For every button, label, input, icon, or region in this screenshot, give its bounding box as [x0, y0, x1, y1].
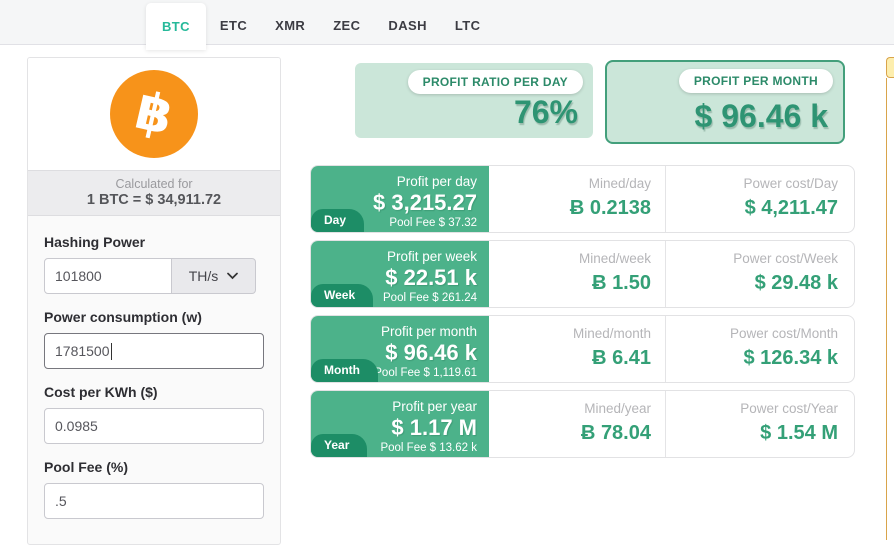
power-cost-label: Power cost/Year — [740, 401, 838, 416]
power-cost-cell: Power cost/Week $ 29.48 k — [666, 241, 854, 307]
profit-per-month-badge-value: $ 96.46 k — [694, 98, 828, 134]
mining-calculator-screen: Currency BTC ETC XMR ZEC DASH LTC ฿ Calc… — [0, 0, 894, 556]
cost-per-kwh-label: Cost per KWh ($) — [44, 384, 158, 400]
profit-label: Profit per day — [396, 174, 477, 189]
tab-etc[interactable]: ETC — [206, 0, 261, 50]
pool-fee-label: Pool Fee (%) — [44, 459, 129, 475]
power-cost-value: $ 126.34 k — [743, 347, 838, 369]
mined-value: Ƀ 0.2138 — [569, 197, 651, 219]
mined-label: Mined/week — [578, 251, 651, 266]
power-cost-value: $ 4,211.47 — [744, 197, 838, 219]
power-cost-cell: Power cost/Year $ 1.54 M — [666, 391, 854, 457]
table-row-month: Profit per month $ 96.46 k Pool Fee $ 1,… — [310, 315, 855, 383]
profit-cell: Profit per week $ 22.51 k Pool Fee $ 261… — [311, 241, 489, 307]
period-tab: Week — [311, 284, 374, 307]
chevron-down-icon — [227, 272, 239, 280]
mined-value: Ƀ 1.50 — [592, 272, 651, 294]
mined-cell: Mined/year Ƀ 78.04 — [489, 391, 666, 457]
table-row-week: Profit per week $ 22.51 k Pool Fee $ 261… — [310, 240, 855, 308]
mined-cell: Mined/month Ƀ 6.41 — [489, 316, 666, 382]
tab-xmr[interactable]: XMR — [261, 0, 319, 50]
exchange-rate-strip: Calculated for 1 BTC = $ 34,911.72 — [28, 170, 280, 216]
profit-label: Profit per year — [392, 399, 477, 414]
bitcoin-glyph: ฿ — [129, 80, 179, 148]
calculator-panel: ฿ Calculated for 1 BTC = $ 34,911.72 Has… — [27, 57, 281, 545]
profit-per-month-badge: PROFIT PER MONTH $ 96.46 k — [605, 60, 845, 144]
power-consumption-label: Power consumption (w) — [44, 309, 202, 325]
calculated-for-label: Calculated for — [115, 177, 193, 191]
tab-zec[interactable]: ZEC — [319, 0, 374, 50]
hashing-unit-value: TH/s — [188, 268, 219, 284]
profit-cell: Profit per month $ 96.46 k Pool Fee $ 1,… — [311, 316, 489, 382]
power-cost-label: Power cost/Week — [733, 251, 838, 266]
tab-dash[interactable]: DASH — [374, 0, 440, 50]
profit-ratio-badge-value: 76% — [513, 94, 578, 130]
calculator-form: Hashing Power TH/s Power consumption (w)… — [28, 216, 280, 519]
profit-cell: Profit per year $ 1.17 M Pool Fee $ 13.6… — [311, 391, 489, 457]
currency-tabs: BTC ETC XMR ZEC DASH LTC — [146, 0, 494, 50]
profit-per-month-badge-label: PROFIT PER MONTH — [678, 69, 833, 93]
power-cost-value: $ 1.54 M — [760, 422, 838, 444]
mined-label: Mined/day — [588, 176, 651, 191]
hashing-power-input[interactable] — [44, 258, 172, 294]
power-cost-cell: Power cost/Month $ 126.34 k — [666, 316, 854, 382]
results-table: Profit per day $ 3,215.27 Pool Fee $ 37.… — [310, 165, 855, 465]
period-tab: Year — [311, 434, 368, 457]
mined-cell: Mined/week Ƀ 1.50 — [489, 241, 666, 307]
text-caret — [110, 342, 112, 360]
table-row-year: Profit per year $ 1.17 M Pool Fee $ 13.6… — [310, 390, 855, 458]
btc-rate-value: 1 BTC = $ 34,911.72 — [86, 192, 222, 208]
power-cost-label: Power cost/Month — [729, 326, 838, 341]
coin-logo-box: ฿ — [28, 58, 280, 170]
profit-label: Profit per month — [380, 324, 477, 339]
profit-ratio-badge: PROFIT RATIO PER DAY 76% — [355, 63, 593, 138]
power-cost-label: Power cost/Day — [743, 176, 838, 191]
period-tab: Day — [311, 209, 365, 232]
power-consumption-input[interactable]: 1781500 — [44, 333, 264, 369]
bitcoin-icon: ฿ — [110, 70, 198, 158]
power-cost-value: $ 29.48 k — [754, 272, 838, 294]
hashing-unit-select[interactable]: TH/s — [172, 258, 256, 294]
tab-btc[interactable]: BTC — [146, 3, 206, 50]
power-cost-cell: Power cost/Day $ 4,211.47 — [666, 166, 854, 232]
mined-label: Mined/month — [572, 326, 651, 341]
profit-ratio-badge-label: PROFIT RATIO PER DAY — [407, 70, 583, 94]
mined-value: Ƀ 6.41 — [592, 347, 651, 369]
next-panel-edge — [886, 78, 894, 540]
table-row-day: Profit per day $ 3,215.27 Pool Fee $ 37.… — [310, 165, 855, 233]
power-consumption-value: 1781500 — [55, 343, 110, 359]
period-tab: Month — [311, 359, 378, 382]
pool-fee-input[interactable] — [44, 483, 264, 519]
cost-per-kwh-input[interactable] — [44, 408, 264, 444]
profit-label: Profit per week — [386, 249, 477, 264]
mined-label: Mined/year — [584, 401, 651, 416]
mined-cell: Mined/day Ƀ 0.2138 — [489, 166, 666, 232]
next-panel-edge-header — [886, 57, 894, 78]
mined-value: Ƀ 78.04 — [580, 422, 651, 444]
tab-ltc[interactable]: LTC — [441, 0, 495, 50]
profit-cell: Profit per day $ 3,215.27 Pool Fee $ 37.… — [311, 166, 489, 232]
hashing-power-label: Hashing Power — [44, 234, 146, 250]
